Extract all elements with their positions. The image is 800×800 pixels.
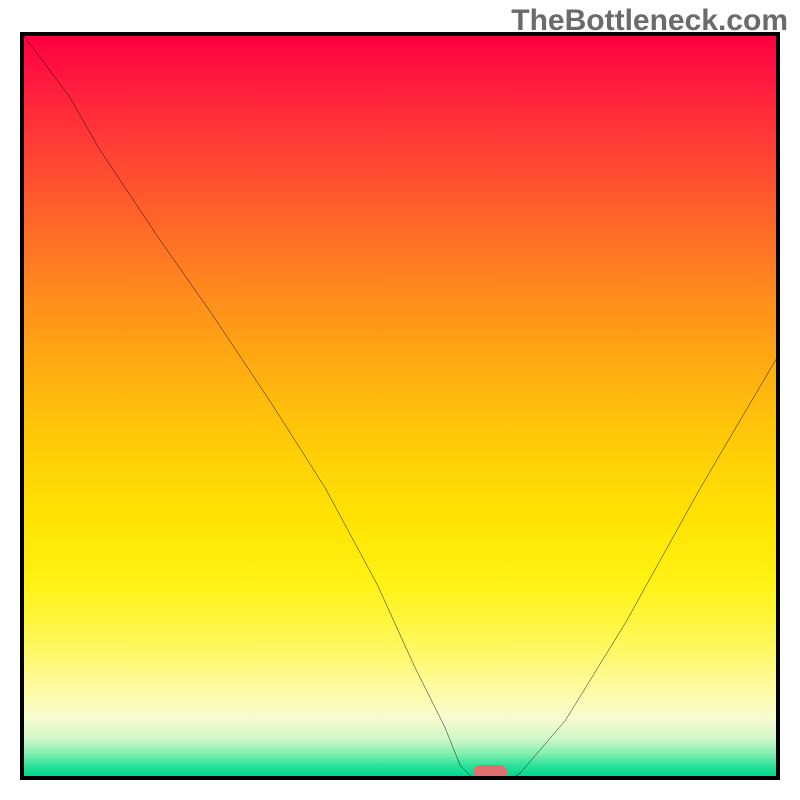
curve-layer [24, 36, 776, 780]
plot-frame [20, 32, 780, 780]
minimum-marker [473, 765, 507, 779]
curve-path [24, 36, 776, 780]
chart-container: TheBottleneck.com [0, 0, 800, 800]
